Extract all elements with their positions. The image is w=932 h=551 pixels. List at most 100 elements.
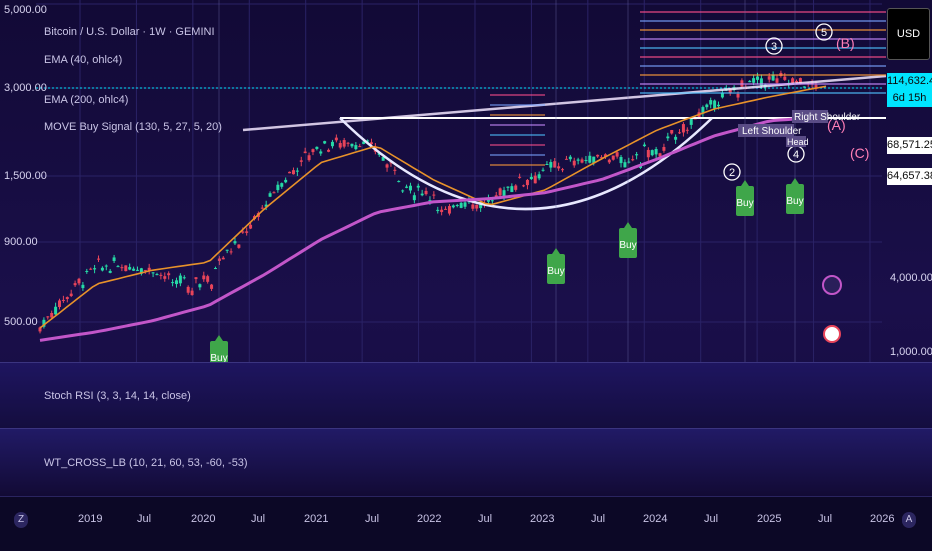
- candle: [471, 204, 475, 209]
- right-axis-label: 4,000.00: [890, 272, 932, 284]
- time-label: 2023: [530, 513, 555, 525]
- wave-label-3: 3: [771, 41, 777, 53]
- candle: [635, 154, 639, 156]
- candle: [69, 293, 73, 297]
- time-label: Jul: [365, 513, 380, 525]
- candle: [397, 181, 401, 183]
- time-label: Jul: [478, 513, 493, 525]
- candle: [178, 275, 182, 284]
- candle: [619, 157, 623, 164]
- candle: [662, 147, 666, 151]
- log-scale-button[interactable]: Z: [14, 512, 28, 528]
- candle: [132, 268, 136, 271]
- candle: [280, 183, 284, 187]
- candle: [225, 249, 229, 251]
- candle: [678, 132, 682, 134]
- candle: [525, 179, 529, 186]
- candle: [385, 164, 389, 168]
- candle: [311, 149, 315, 153]
- time-label: 2022: [417, 513, 442, 525]
- wave-label-2: 2: [729, 167, 735, 179]
- price-tag-level[interactable]: 68,571.25: [887, 137, 932, 154]
- candle: [194, 277, 198, 280]
- right-axis-label: 1,000.00: [890, 346, 932, 358]
- time-label: 2026: [870, 513, 895, 525]
- buy-label: Buy: [736, 198, 753, 209]
- candle: [171, 282, 175, 284]
- candle: [307, 155, 311, 161]
- candle: [670, 130, 674, 134]
- candle: [229, 251, 233, 253]
- candle: [705, 104, 709, 108]
- ema-line: [39, 115, 827, 342]
- candle: [327, 149, 331, 152]
- candle: [444, 208, 448, 210]
- candle: [303, 151, 307, 154]
- left-shoulder-label: Left Shoulder: [742, 126, 802, 137]
- candle: [541, 169, 545, 171]
- candle: [654, 148, 658, 155]
- candle: [490, 200, 494, 202]
- candle: [455, 205, 459, 207]
- candle: [61, 299, 65, 301]
- candle: [642, 144, 646, 147]
- price-tag-level[interactable]: 64,657.38: [887, 168, 932, 185]
- candle: [93, 268, 97, 270]
- buy-arrow: [791, 178, 799, 184]
- candle: [436, 209, 440, 212]
- candle: [506, 186, 510, 188]
- candle: [124, 265, 128, 272]
- price-chart[interactable]: BuyBuyBuyBuy Buy2345(B)(A)(C)Left Shoulde…: [0, 0, 932, 362]
- buy-arrow: [552, 248, 560, 254]
- candle: [334, 137, 338, 141]
- candle: [202, 275, 206, 280]
- time-label: Jul: [251, 513, 266, 525]
- candle: [463, 202, 467, 207]
- candle: [319, 151, 323, 154]
- candle: [77, 278, 81, 284]
- candle: [299, 160, 303, 162]
- candle: [514, 185, 518, 190]
- candle: [615, 152, 619, 157]
- indicator-ema-40[interactable]: EMA (40, ohlc4): [44, 54, 122, 66]
- candle: [159, 274, 163, 276]
- candle: [198, 284, 202, 288]
- candle: [323, 141, 327, 144]
- candle: [249, 224, 253, 229]
- candle: [783, 76, 787, 80]
- candle: [596, 154, 600, 157]
- candle: [713, 100, 717, 109]
- candle: [120, 267, 124, 269]
- price-tag-last[interactable]: 114,632.44: [887, 73, 932, 90]
- candle: [167, 273, 171, 276]
- indicator-wt-cross[interactable]: WT_CROSS_LB (10, 21, 60, 53, -60, -53): [44, 457, 248, 469]
- candle: [549, 162, 553, 168]
- currency-button[interactable]: USD: [887, 8, 930, 60]
- candle: [350, 143, 354, 147]
- buy-label: Buy: [547, 266, 564, 277]
- candle: [46, 316, 50, 318]
- candle: [447, 206, 451, 214]
- candle: [572, 160, 576, 166]
- auto-scale-button[interactable]: A: [902, 512, 916, 528]
- candle: [272, 192, 276, 194]
- candle: [767, 76, 771, 80]
- candle: [342, 140, 346, 147]
- candle: [174, 280, 178, 285]
- indicator-stoch-rsi[interactable]: Stoch RSI (3, 3, 14, 14, close): [44, 390, 191, 402]
- candle: [412, 195, 416, 201]
- price-tag-countdown: 6d 15h: [887, 90, 932, 107]
- indicator-move-buy[interactable]: MOVE Buy Signal (130, 5, 27, 5, 20): [44, 121, 222, 133]
- head-label: Head: [787, 137, 809, 147]
- candle: [112, 257, 116, 261]
- indicator-ema-200[interactable]: EMA (200, ohlc4): [44, 94, 128, 106]
- candle: [260, 207, 264, 209]
- candle: [213, 268, 217, 270]
- candle: [291, 170, 295, 175]
- candle: [802, 86, 806, 88]
- candle: [54, 306, 58, 315]
- chart-title[interactable]: Bitcoin / U.S. Dollar · 1W · GEMINI: [44, 26, 215, 38]
- candle: [537, 174, 541, 179]
- candle: [650, 150, 654, 156]
- candle: [405, 186, 409, 188]
